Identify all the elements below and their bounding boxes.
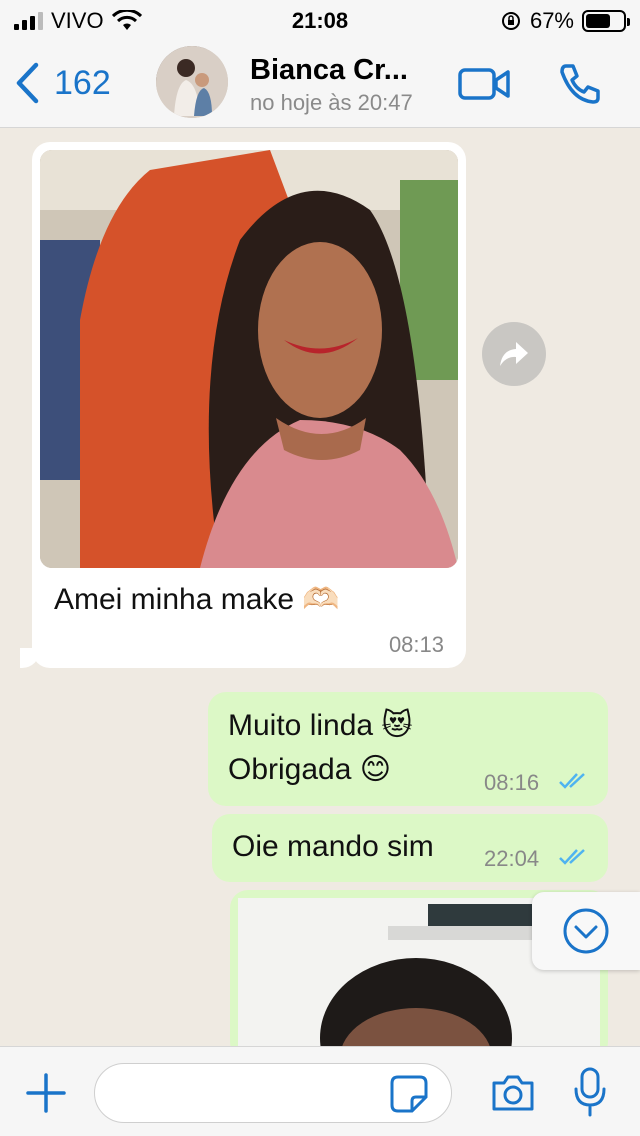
message-time: 08:13 [388,632,444,657]
contact-avatar[interactable] [156,46,228,118]
phone-icon [560,64,600,104]
message-time: 08:16 [484,770,540,795]
message-time: 22:04 [484,846,540,871]
sticker-button[interactable] [390,1075,428,1118]
status-bar: VIVO 21:08 67% [0,0,640,40]
back-button[interactable]: 162 [14,62,111,104]
selfie-photo [40,150,458,568]
unread-count: 162 [54,63,111,102]
chat-header: 162 Bianca Cr... no hoje às 20:47 [0,40,640,128]
battery-icon [582,10,630,32]
last-seen: no hoje às 20:47 [250,90,413,115]
chevron-down-circle-icon [563,908,609,954]
input-bar [0,1046,640,1136]
read-ticks-icon [559,849,585,865]
forward-button[interactable] [482,322,546,386]
outgoing-message[interactable]: Oie mando sim 22:04 [212,814,608,882]
outgoing-message[interactable]: Muito linda 😻 Obrigada 😊 08:16 [208,692,608,806]
orientation-lock-icon [501,12,520,30]
scroll-to-bottom-button[interactable] [532,892,640,970]
camera-icon [492,1075,534,1111]
status-right: 67% [500,8,630,34]
message-line: Muito linda 😻 [228,709,413,742]
photo-attachment[interactable] [40,150,458,568]
battery-level [586,14,611,28]
battery-percent: 67% [529,8,574,33]
message-caption: Amei minha make 🫶🏻 [54,583,340,616]
message-line: Obrigada 😊 [228,753,392,786]
microphone-button[interactable] [572,1067,608,1122]
read-ticks-icon [559,773,585,789]
video-call-icon [458,68,510,100]
attach-button[interactable] [26,1073,66,1118]
forward-icon [500,342,528,366]
avatar-image [156,46,228,118]
plus-icon [26,1073,66,1113]
contact-name[interactable]: Bianca Cr... [250,54,408,87]
chevron-left-icon [16,62,39,104]
camera-button[interactable] [490,1075,536,1116]
video-call-button[interactable] [458,66,510,107]
bubble-tail [20,648,40,668]
voice-call-button[interactable] [558,62,602,111]
sticker-icon [390,1075,428,1113]
microphone-icon [574,1067,606,1117]
message-text: Oie mando sim [232,830,434,863]
incoming-message[interactable]: Amei minha make 🫶🏻 08:13 [20,142,466,668]
